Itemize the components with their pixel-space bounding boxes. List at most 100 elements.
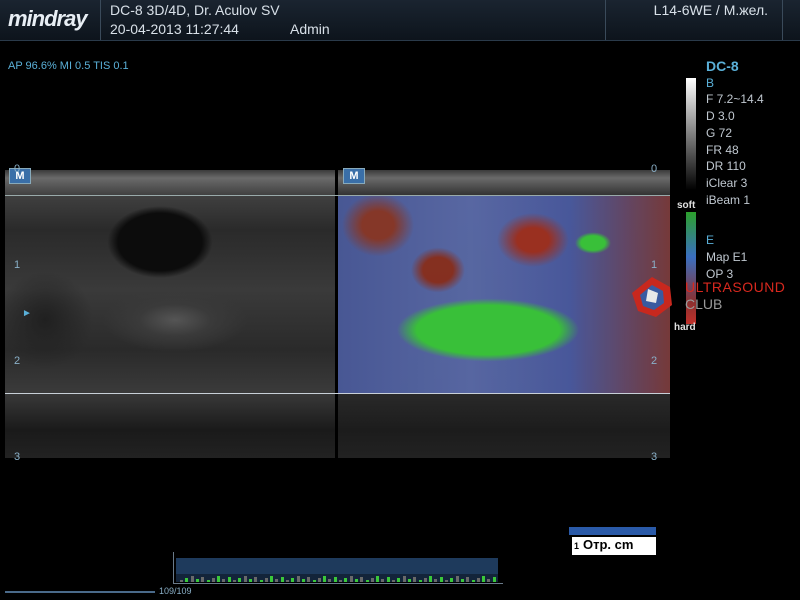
cine-frame-bar xyxy=(476,578,480,582)
cine-frame-bar xyxy=(280,577,284,582)
cine-frame-bar xyxy=(301,579,305,582)
header-bar: mindray DC-8 3D/4D, Dr. Aculov SV 20-04-… xyxy=(0,0,800,41)
cine-frame-bar xyxy=(360,577,364,582)
cine-frame-bar xyxy=(439,577,443,582)
cine-frame-bar xyxy=(434,579,438,582)
header-divider xyxy=(100,0,101,40)
cine-frame-bar xyxy=(407,579,411,582)
acoustic-power: AP 96.6% MI 0.5 TIS 0.1 xyxy=(8,60,129,72)
cine-frame-bar xyxy=(270,576,274,582)
cine-frame-bar xyxy=(296,576,300,582)
cine-memory-bar[interactable] xyxy=(176,558,498,582)
depth-tick: 1 xyxy=(651,259,658,271)
cine-frame-bar xyxy=(370,578,374,582)
cine-frame-bar xyxy=(222,579,226,582)
roi-bottom-line xyxy=(5,393,670,394)
cine-frame-bar xyxy=(275,579,279,582)
cine-frame-bar xyxy=(349,576,353,582)
depth-tick: 0 xyxy=(14,163,21,175)
cine-frame-bar xyxy=(206,580,210,582)
depth-tick: 3 xyxy=(651,451,658,463)
grayscale-bar xyxy=(686,78,696,190)
cine-frame-bar xyxy=(248,579,252,582)
cine-frame-bar xyxy=(365,580,369,582)
cine-frame-bar xyxy=(259,580,263,582)
param-map: Map E1 xyxy=(706,250,748,265)
depth-tick: 2 xyxy=(14,355,21,367)
cine-baseline xyxy=(173,583,503,584)
cine-frame-bar xyxy=(201,577,205,582)
cine-frame-bar xyxy=(328,579,332,582)
cine-frame-bar xyxy=(344,578,348,582)
cine-frame-bar xyxy=(243,576,247,582)
hard-label: hard xyxy=(674,322,696,333)
header-divider xyxy=(782,0,783,40)
cine-frame-bar xyxy=(423,578,427,582)
cine-frame-bar xyxy=(339,580,342,582)
depth-tick: 0 xyxy=(651,163,658,175)
param-depth: D 3.0 xyxy=(706,109,735,124)
depth-tick: 3 xyxy=(14,451,21,463)
cine-frame-bar xyxy=(323,576,327,582)
measurement-bar xyxy=(569,527,656,535)
cine-frame-bar xyxy=(307,577,311,582)
cine-frame-bar xyxy=(227,577,231,582)
parameter-panel: DC-8 B F 7.2~14.4 D 3.0 G 72 FR 48 DR 11… xyxy=(706,58,764,282)
param-gain: G 72 xyxy=(706,125,733,140)
cine-frame-bar xyxy=(466,577,470,582)
cine-frame-bar xyxy=(450,578,454,582)
watermark-line1: ULTRASOUND xyxy=(685,279,786,295)
cine-frame-bar xyxy=(482,576,486,582)
cine-frame-bar xyxy=(354,579,358,582)
focus-marker-icon[interactable]: ► xyxy=(22,308,32,319)
cine-frame-bar xyxy=(402,576,406,582)
exam-info: DC-8 3D/4D, Dr. Aculov SV xyxy=(110,2,280,18)
cine-frame-bar xyxy=(413,577,417,582)
cine-frame-bar xyxy=(471,580,475,582)
orientation-marker-icon: M xyxy=(343,168,365,184)
cine-frame-bar xyxy=(254,577,258,582)
cine-frame-bar xyxy=(392,580,395,582)
cine-counter: 109/109 xyxy=(159,586,192,596)
watermark-line2: CLUB xyxy=(685,296,723,312)
model-label: DC-8 xyxy=(706,58,739,74)
param-frequency: F 7.2~14.4 xyxy=(706,92,764,107)
user-name: Admin xyxy=(290,21,330,37)
cine-frame-bar xyxy=(180,580,183,582)
depth-tick: 2 xyxy=(651,355,658,367)
cine-frame-bar xyxy=(317,578,321,582)
cine-frame-bar xyxy=(264,578,268,582)
cine-frame-bar xyxy=(445,580,448,582)
b-mode-label: B xyxy=(706,75,715,90)
cine-progress-bar[interactable] xyxy=(5,591,155,593)
cine-frame-bar xyxy=(286,580,289,582)
cine-frame-bar xyxy=(185,578,189,582)
probe-preset[interactable]: L14-6WE / М.жел. xyxy=(654,2,768,18)
cine-frame-bar xyxy=(190,576,194,582)
cine-frame-bar xyxy=(233,580,236,582)
cine-frame-bar xyxy=(487,579,491,582)
param-frame-rate: FR 48 xyxy=(706,142,739,157)
cine-frame-bar xyxy=(376,576,380,582)
brand-logo: mindray xyxy=(8,6,88,31)
cine-frame-bar xyxy=(291,578,295,582)
cine-frame-bar xyxy=(217,576,221,582)
cine-fill xyxy=(176,558,498,574)
cine-frame-bar xyxy=(455,576,459,582)
measurement-label: 1 Отр. cm xyxy=(572,537,656,555)
cine-frame-bar xyxy=(211,578,215,582)
b-mode-image[interactable] xyxy=(5,170,335,458)
param-ibeam: iBeam 1 xyxy=(706,192,751,207)
cine-frame-bar xyxy=(381,579,385,582)
param-iclear: iClear 3 xyxy=(706,175,748,190)
ultrasound-club-logo xyxy=(632,277,672,317)
elastography-roi[interactable] xyxy=(338,195,670,393)
param-dynamic-range: DR 110 xyxy=(706,159,746,174)
soft-label: soft xyxy=(677,200,696,211)
date-time: 20-04-2013 11:27:44 xyxy=(110,21,239,37)
cine-frame-bar xyxy=(397,578,401,582)
measurement-box[interactable]: 1 Отр. cm xyxy=(569,527,656,555)
cine-frame-bar xyxy=(429,576,433,582)
depth-tick: 1 xyxy=(14,259,21,271)
e-mode-label: E xyxy=(706,233,715,248)
